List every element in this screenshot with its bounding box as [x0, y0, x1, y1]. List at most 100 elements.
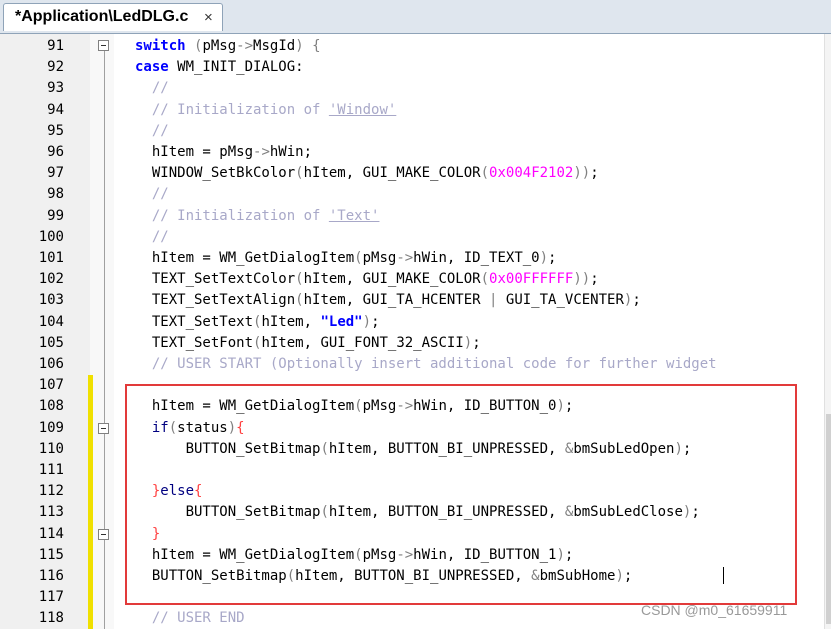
code-token: (: [480, 165, 490, 182]
code-line[interactable]: 92 case WM_INIT_DIALOG:: [0, 57, 831, 78]
line-number: 108: [38, 398, 64, 415]
code-token: ;: [632, 292, 641, 309]
code-text: TEXT_SetText(hItem, "Led");: [135, 312, 380, 333]
scrollbar-thumb[interactable]: [826, 414, 831, 624]
code-token: (: [354, 250, 363, 266]
code-token: TEXT_SetText: [135, 313, 254, 330]
line-number: 93: [47, 80, 64, 97]
code-token: ): [295, 38, 304, 54]
line-number: 112: [38, 483, 64, 500]
code-line[interactable]: 95 //: [0, 121, 831, 142]
code-token: TEXT_SetTextColor: [135, 271, 296, 288]
code-text: switch (pMsg->MsgId) {: [135, 36, 321, 57]
code-text: // Initialization of 'Window': [135, 100, 396, 121]
line-number: 92: [47, 59, 64, 76]
code-line[interactable]: 93 //: [0, 78, 831, 99]
code-text: case WM_INIT_DIALOG:: [135, 57, 304, 78]
code-token: MsgId: [253, 38, 296, 54]
code-line[interactable]: 104 TEXT_SetText(hItem, "Led");: [0, 312, 831, 333]
code-token: ;: [472, 334, 481, 351]
code-token: switch: [135, 38, 186, 54]
code-token: {: [312, 38, 321, 54]
line-number: 109: [38, 419, 64, 436]
code-line[interactable]: 94 // Initialization of 'Window': [0, 100, 831, 121]
line-number: 96: [47, 144, 64, 160]
code-token: TEXT_SetTextAlign: [135, 292, 296, 309]
line-number: 118: [38, 610, 64, 627]
code-text: TEXT_SetTextAlign(hItem, GUI_TA_HCENTER …: [135, 290, 641, 311]
code-text: hItem = pMsg->hWin;: [135, 142, 312, 163]
code-line[interactable]: 106 // USER START (Optionally insert add…: [0, 354, 831, 375]
code-token: WINDOW_SetBkColor: [135, 165, 296, 182]
code-token: //: [135, 122, 169, 139]
code-text: // USER END: [135, 608, 245, 629]
code-token: ->: [253, 144, 270, 160]
code-token: hItem,: [261, 313, 321, 330]
tab-leddlg[interactable]: *Application\LedDLG.c ×: [3, 3, 223, 31]
code-token: //: [135, 186, 169, 203]
line-number: 107: [38, 377, 64, 394]
code-token: // Initialization of: [135, 207, 329, 224]
line-number: 95: [47, 122, 64, 139]
line-number: 111: [38, 462, 64, 478]
line-number: 97: [47, 165, 64, 182]
code-text: WINDOW_SetBkColor(hItem, GUI_MAKE_COLOR(…: [135, 163, 599, 184]
code-text: TEXT_SetTextColor(hItem, GUI_MAKE_COLOR(…: [135, 269, 599, 290]
code-text: //: [135, 184, 169, 205]
code-line[interactable]: 103 TEXT_SetTextAlign(hItem, GUI_TA_HCEN…: [0, 290, 831, 311]
code-token: TEXT_SetFont: [135, 334, 254, 351]
tab-title: *Application\LedDLG.c: [15, 8, 189, 25]
code-token: hItem, GUI_FONT_32_ASCII: [261, 334, 464, 351]
code-token: //: [135, 80, 169, 97]
code-text: // Initialization of 'Text': [135, 206, 380, 227]
code-line[interactable]: 99 // Initialization of 'Text': [0, 206, 831, 227]
code-token: ): [362, 313, 372, 330]
code-line[interactable]: 98 //: [0, 184, 831, 205]
code-token: //: [135, 228, 169, 245]
line-number: 104: [38, 313, 64, 330]
code-line[interactable]: 96 hItem = pMsg->hWin;: [0, 142, 831, 163]
code-token: // Initialization of: [135, 101, 329, 118]
code-token: GUI_TA_VCENTER: [497, 292, 624, 309]
code-token: 'Text': [328, 207, 380, 224]
code-token: ;: [590, 165, 599, 182]
watermark: CSDN @m0_61659911: [641, 602, 788, 618]
code-text: //: [135, 121, 169, 142]
line-number: 114: [38, 525, 64, 542]
code-text: //: [135, 227, 169, 248]
code-token: pMsg: [362, 250, 397, 266]
code-token: "Led": [320, 313, 363, 330]
highlight-box: [125, 384, 797, 605]
code-token: WM_INIT_DIALOG:: [168, 59, 304, 76]
code-token: (: [295, 271, 304, 288]
code-token: ;: [371, 313, 380, 330]
code-line[interactable]: 105 TEXT_SetFont(hItem, GUI_FONT_32_ASCI…: [0, 333, 831, 354]
code-line[interactable]: 100 //: [0, 227, 831, 248]
line-number: 106: [38, 356, 64, 372]
code-line[interactable]: 102 TEXT_SetTextColor(hItem, GUI_MAKE_CO…: [0, 269, 831, 290]
code-token: hWin, ID_TEXT_0: [413, 250, 540, 266]
code-line[interactable]: 97 WINDOW_SetBkColor (hItem, GUI_MAKE_COL…: [0, 163, 831, 184]
code-line[interactable]: 101 hItem = WM_GetDialogItem(pMsg->hWin,…: [0, 248, 831, 269]
code-token: hItem, GUI_MAKE_COLOR: [303, 165, 481, 182]
code-token: hItem, GUI_MAKE_COLOR: [303, 271, 481, 288]
code-editor[interactable]: 91 switch (pMsg->MsgId) { 92 case WM_INIT_D…: [0, 34, 831, 629]
code-token: // USER START (Optionally insert additio…: [135, 356, 717, 372]
code-token: ): [539, 250, 549, 266]
code-token: hItem, GUI_TA_HCENTER: [303, 292, 490, 309]
line-number: 116: [38, 568, 64, 584]
code-token: ): [463, 334, 473, 351]
code-token: hItem = pMsg: [135, 144, 254, 160]
code-line[interactable]: 91 switch (pMsg->MsgId) {: [0, 36, 831, 57]
code-text: hItem = WM_GetDialogItem(pMsg->hWin, ID_…: [135, 248, 557, 269]
code-token: hItem = WM_GetDialogItem: [135, 250, 355, 266]
line-number: 117: [38, 589, 64, 606]
code-text: // USER START (Optionally insert additio…: [135, 354, 717, 375]
close-icon[interactable]: ×: [204, 9, 213, 26]
line-number: 113: [38, 504, 64, 521]
code-token: 0x004F2102: [489, 165, 574, 182]
code-token: 'Window': [328, 101, 397, 118]
code-token: ->: [236, 38, 254, 54]
